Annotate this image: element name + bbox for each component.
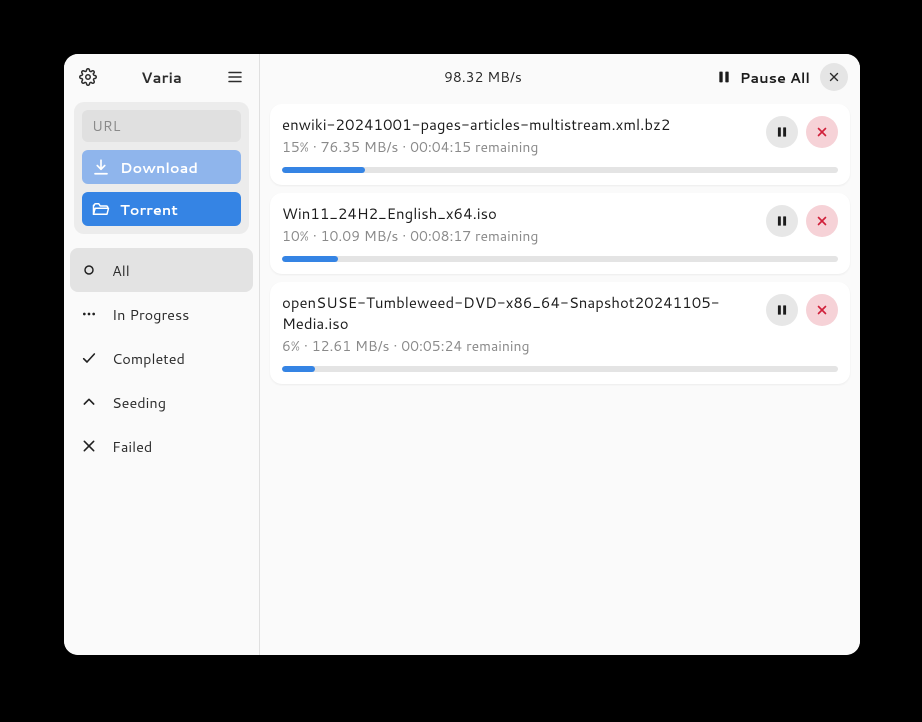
pause-download-button[interactable] [766,205,798,237]
pause-icon [775,125,789,139]
progress-fill [282,167,365,173]
hamburger-icon [226,68,244,86]
sidebar-item-all[interactable]: All [70,248,253,292]
download-speed: 10.09 MB/s [321,226,399,246]
main-header: 98.32 MB/s Pause All [260,54,860,100]
chevron-up-icon [80,393,98,411]
pause-all-button[interactable]: Pause All [706,67,820,88]
cancel-download-button[interactable] [806,205,838,237]
cancel-download-button[interactable] [806,116,838,148]
add-panel: URL Download Torrent [74,102,249,234]
download-name: Win11_24H2_English_x64.iso [282,203,766,224]
dots-icon [80,305,98,323]
progress-bar [282,167,838,173]
x-icon [80,437,98,455]
pause-icon [775,303,789,317]
x-icon [815,303,829,317]
download-list: enwiki-20241001-pages-articles-multistre… [260,100,860,388]
cancel-download-button[interactable] [806,294,838,326]
download-speed: 12.61 MB/s [312,336,390,356]
sidebar-item-label: In Progress [112,304,189,325]
progress-bar [282,256,838,262]
gear-icon [79,68,97,86]
sidebar-header: Varia [64,54,259,100]
check-icon [80,349,98,367]
download-remaining: 00:05:24 remaining [401,336,529,356]
sidebar-item-seeding[interactable]: Seeding [64,380,259,424]
download-percent: 15% [282,137,309,157]
filter-list: All In Progress Completed Seeding Failed [64,244,259,655]
pause-all-label: Pause All [740,67,810,88]
sidebar-item-completed[interactable]: Completed [64,336,259,380]
x-icon [815,214,829,228]
download-remaining: 00:04:15 remaining [410,137,538,157]
download-icon [92,158,110,176]
sidebar-item-label: Failed [112,436,152,457]
sidebar-item-label: Completed [112,348,185,369]
sidebar: Varia URL Download Torrent [64,54,260,655]
x-icon [815,125,829,139]
url-input[interactable]: URL [82,110,241,142]
download-name: openSUSE-Tumbleweed-DVD-x86_64-Snapshot2… [282,292,766,334]
app-window: Varia URL Download Torrent [64,54,860,655]
url-placeholder: URL [92,116,120,136]
download-button[interactable]: Download [82,150,241,184]
sidebar-item-label: Seeding [112,392,166,413]
total-speed: 98.32 MB/s [260,67,706,87]
close-icon [827,70,841,84]
app-title: Varia [102,67,221,88]
progress-fill [282,256,338,262]
main-pane: 98.32 MB/s Pause All enwiki-20241001-pag… [260,54,860,655]
sidebar-item-failed[interactable]: Failed [64,424,259,468]
download-status: 6% · 12.61 MB/s · 00:05:24 remaining [282,336,766,356]
progress-bar [282,366,838,372]
menu-button[interactable] [221,63,249,91]
download-remaining: 00:08:17 remaining [410,226,538,246]
circle-icon [80,261,98,279]
settings-button[interactable] [74,63,102,91]
progress-fill [282,366,315,372]
close-button[interactable] [820,63,848,91]
pause-icon [775,214,789,228]
download-label: Download [120,157,198,178]
download-status: 15% · 76.35 MB/s · 00:04:15 remaining [282,137,766,157]
torrent-button[interactable]: Torrent [82,192,241,226]
pause-download-button[interactable] [766,294,798,326]
download-speed: 76.35 MB/s [321,137,399,157]
download-percent: 10% [282,226,309,246]
sidebar-item-label: All [112,260,130,281]
download-card: enwiki-20241001-pages-articles-multistre… [270,104,850,185]
download-name: enwiki-20241001-pages-articles-multistre… [282,114,766,135]
download-card: Win11_24H2_English_x64.iso10% · 10.09 MB… [270,193,850,274]
pause-download-button[interactable] [766,116,798,148]
download-status: 10% · 10.09 MB/s · 00:08:17 remaining [282,226,766,246]
sidebar-item-inprogress[interactable]: In Progress [64,292,259,336]
download-percent: 6% [282,336,300,356]
folder-open-icon [92,200,110,218]
pause-icon [716,69,732,85]
download-card: openSUSE-Tumbleweed-DVD-x86_64-Snapshot2… [270,282,850,384]
torrent-label: Torrent [120,199,178,220]
